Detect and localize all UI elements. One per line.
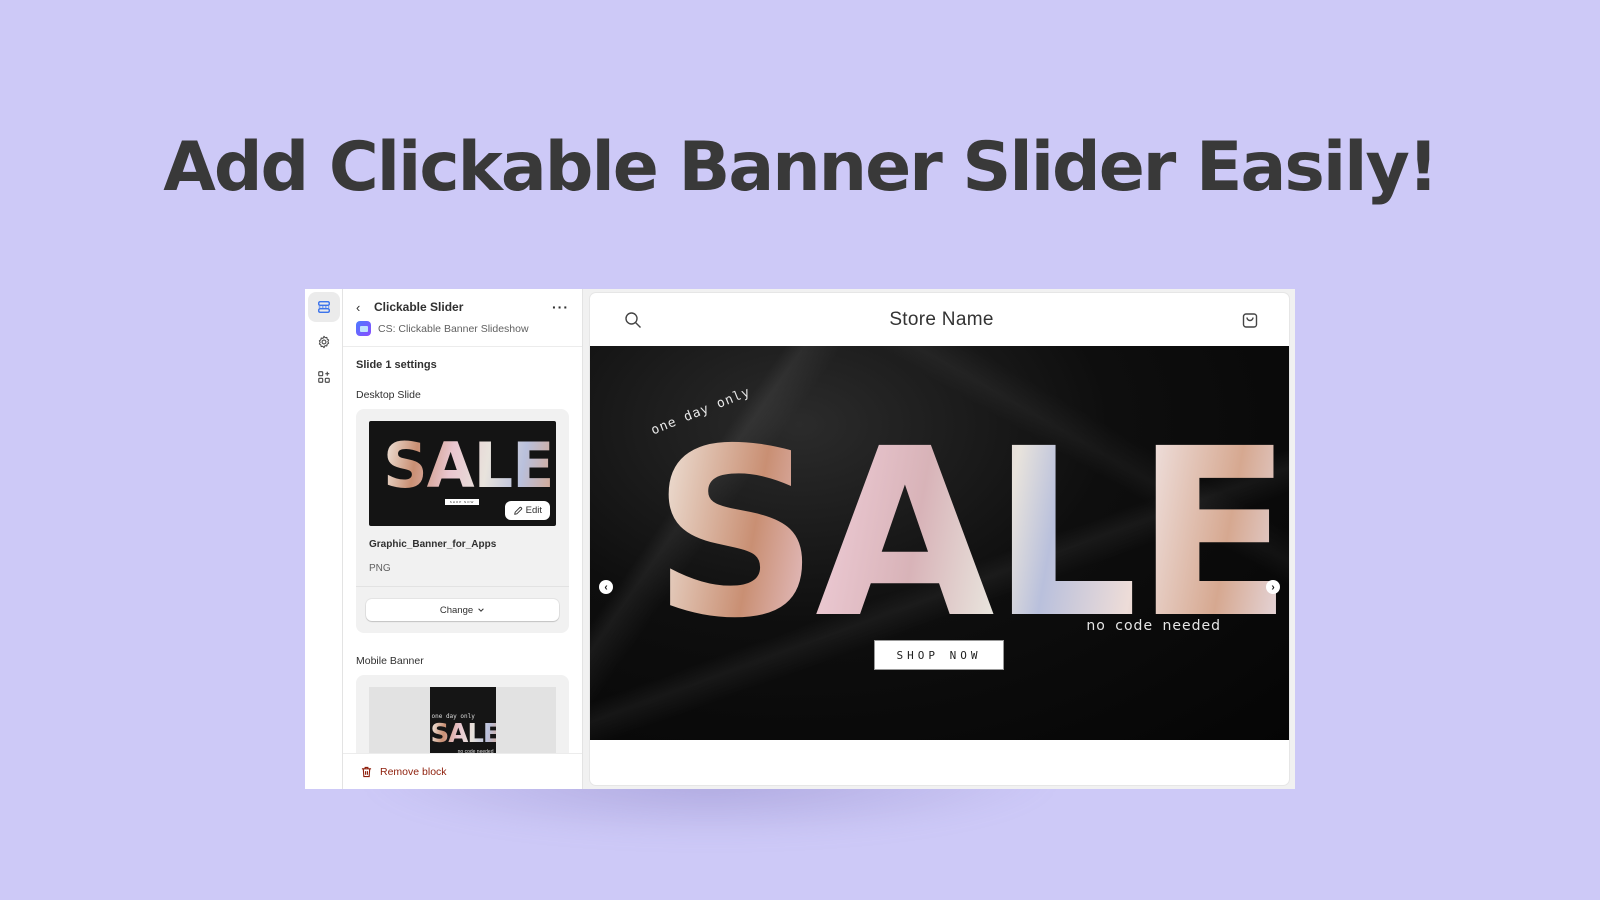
remove-block-button[interactable]: Remove block <box>343 753 582 789</box>
store-header: Store Name <box>590 293 1289 346</box>
panel-header: ‹ Clickable Slider ··· CS: Clickable Ban… <box>343 289 582 347</box>
search-button[interactable] <box>624 311 642 329</box>
app-logo-icon <box>356 321 371 336</box>
sections-icon <box>317 301 330 313</box>
trash-icon <box>361 766 372 777</box>
file-type: PNG <box>369 563 391 574</box>
chevron-down-icon <box>478 608 484 612</box>
edit-image-button[interactable]: Edit <box>504 501 550 520</box>
thumbnail-sale-text: SALE <box>383 429 554 502</box>
banner-bottom-text: no code needed <box>1086 618 1221 634</box>
edit-label: Edit <box>525 505 542 516</box>
mobile-banner-label: Mobile Banner <box>356 655 424 667</box>
previous-slide-arrow-icon[interactable]: ‹ <box>599 580 613 594</box>
mobile-thumb-sale: SALE <box>431 721 496 747</box>
block-title: Clickable Slider <box>374 300 464 314</box>
remove-block-label: Remove block <box>380 765 447 778</box>
search-icon <box>625 311 641 328</box>
more-options-button[interactable]: ··· <box>552 299 569 315</box>
back-button[interactable]: ‹ <box>356 300 374 315</box>
desktop-slide-label: Desktop Slide <box>356 389 421 401</box>
theme-editor-window: ‹ Clickable Slider ··· CS: Clickable Ban… <box>305 289 1295 789</box>
gear-icon <box>318 335 329 349</box>
icon-rail <box>305 289 343 789</box>
rail-apps-button[interactable] <box>308 362 340 392</box>
cart-button[interactable] <box>1241 311 1259 329</box>
settings-panel: ‹ Clickable Slider ··· CS: Clickable Ban… <box>343 289 583 789</box>
next-slide-arrow-icon[interactable]: › <box>1266 580 1280 594</box>
rail-settings-button[interactable] <box>308 327 340 357</box>
page-headline: Add Clickable Banner Slider Easily! <box>163 128 1439 207</box>
shop-now-button[interactable]: SHOP NOW <box>874 640 1004 670</box>
pencil-icon <box>513 506 522 515</box>
app-name: CS: Clickable Banner Slideshow <box>378 322 529 335</box>
storefront: Store Name one day only SALE no code nee… <box>590 293 1289 785</box>
desktop-slide-thumbnail[interactable]: SALE SHOP NOW Edit <box>369 421 556 526</box>
change-label: Change <box>439 604 474 616</box>
banner-sale-text: SALE <box>652 399 1289 669</box>
change-image-button[interactable]: Change <box>366 599 559 621</box>
apps-icon <box>317 371 330 383</box>
banner-slide[interactable]: one day only SALE no code needed SHOP NO… <box>590 346 1289 740</box>
store-preview: Store Name one day only SALE no code nee… <box>583 289 1295 789</box>
section-title: Slide 1 settings <box>356 359 437 371</box>
thumbnail-cta: SHOP NOW <box>445 499 479 505</box>
file-name: Graphic_Banner_for_Apps <box>369 539 497 550</box>
desktop-slide-picker: SALE SHOP NOW Edit Graphic_Banner_for_Ap… <box>356 409 569 633</box>
shopping-bag-icon <box>1242 312 1258 328</box>
rail-sections-button[interactable] <box>307 292 340 322</box>
store-name[interactable]: Store Name <box>889 309 993 331</box>
